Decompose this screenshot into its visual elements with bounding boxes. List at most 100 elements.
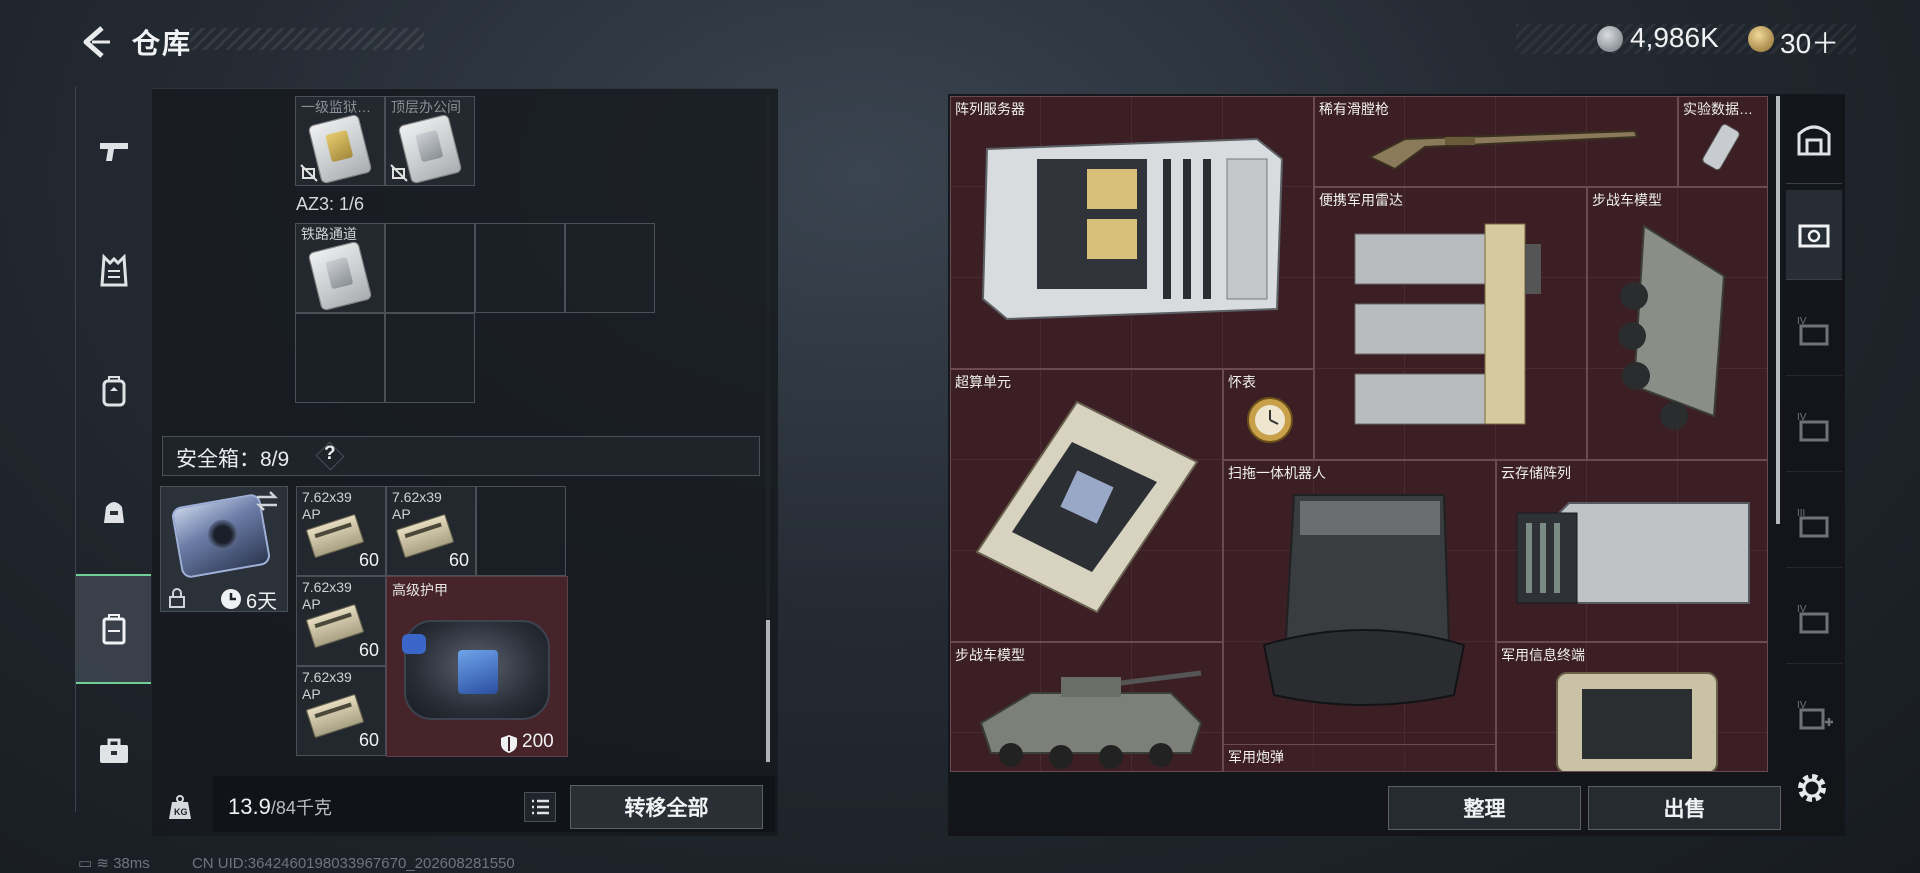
- stash-item-pocket-watch[interactable]: 怀表: [1223, 369, 1314, 460]
- stash-item-military-terminal[interactable]: 军用信息终端: [1496, 642, 1768, 772]
- page-iv-icon: IV: [1797, 604, 1829, 633]
- armor-label: 高级护甲: [392, 582, 448, 598]
- item-name: 稀有滑膛枪: [1319, 101, 1389, 117]
- empty-slot[interactable]: [385, 313, 475, 403]
- stash-home-tab[interactable]: [1786, 94, 1842, 184]
- item-name: 超算单元: [955, 374, 1011, 390]
- page-title: 仓库: [132, 28, 193, 59]
- stash-scrollbar[interactable]: [1776, 96, 1780, 524]
- armor-image: [402, 620, 550, 720]
- stash-item-military-shell[interactable]: 军用炮弹: [1223, 744, 1496, 772]
- weight-readout: 13.9/84千克: [228, 794, 332, 820]
- ammo-type: AP: [302, 686, 321, 702]
- mop-robot-image: [1262, 494, 1466, 706]
- nav-toolbox[interactable]: [76, 696, 151, 806]
- weight-max: /84千克: [270, 798, 332, 818]
- key-card-railway[interactable]: 铁路通道: [295, 223, 385, 313]
- key-card-prison[interactable]: 一级监狱…: [295, 96, 385, 186]
- player-uid: CN UID:3642460198033967670_202608281550: [191, 855, 515, 872]
- gold-amount[interactable]: 30＋: [1780, 22, 1839, 62]
- stash-page-tab-iv-a[interactable]: IV: [1786, 286, 1842, 376]
- stash-page-tab-iv-b[interactable]: IV: [1786, 382, 1842, 472]
- sort-button[interactable]: 整理: [1388, 786, 1581, 830]
- ammo-count: 60: [358, 640, 379, 660]
- ifv-model-image: [1618, 224, 1726, 430]
- weight-current: 13.9: [228, 794, 271, 819]
- inventory-scrollbar-thumb[interactable]: [766, 620, 770, 762]
- nav-vest[interactable]: [76, 216, 151, 326]
- item-name: 步战车模型: [1592, 192, 1662, 208]
- ammo-caliber: 7.62x39: [302, 669, 352, 685]
- status-bar: ▭ ≋ 38ms CN UID:3642460198033967670_2026…: [78, 854, 515, 872]
- unbound-icon: [300, 164, 318, 182]
- stash-item-ifv-model-2[interactable]: 步战车模型: [950, 642, 1223, 772]
- weight-icon: KG: [169, 795, 191, 819]
- stash-item-rare-musket[interactable]: 稀有滑膛枪: [1314, 96, 1678, 187]
- ammo-caliber: 7.62x39: [392, 489, 442, 505]
- empty-slot[interactable]: [476, 486, 566, 576]
- empty-slot[interactable]: [385, 223, 475, 313]
- item-name: 实验数据…: [1683, 101, 1753, 117]
- stash-page-tab-iv-c[interactable]: IV: [1786, 574, 1842, 664]
- item-label: 顶层办公间: [391, 99, 461, 115]
- vault-icon: [1797, 125, 1831, 155]
- data-drive-image: [1702, 123, 1740, 171]
- list-view-button[interactable]: [524, 792, 556, 822]
- nav-weapons[interactable]: [76, 96, 151, 206]
- item-name: 云存储阵列: [1501, 465, 1571, 481]
- ammo-type: AP: [302, 506, 321, 522]
- supercomputer-image: [975, 400, 1199, 614]
- empty-slot[interactable]: [475, 223, 565, 313]
- safe-box-duration: 6天: [246, 591, 278, 613]
- stash-item-supercomputer-unit[interactable]: 超算单元: [950, 369, 1223, 642]
- lock-icon: [169, 588, 185, 608]
- stash-item-cloud-storage-array[interactable]: 云存储阵列: [1496, 460, 1768, 642]
- ping-value: 38ms: [113, 855, 150, 872]
- ammo-stack[interactable]: 7.62x39 AP 60: [296, 666, 386, 756]
- ammo-stack[interactable]: 7.62x39 AP 60: [296, 486, 386, 576]
- sell-button[interactable]: 出售: [1588, 786, 1781, 830]
- stash-page-tab-current[interactable]: [1786, 190, 1842, 280]
- back-arrow-icon[interactable]: [78, 24, 114, 60]
- page-iv-icon: IV: [1797, 316, 1829, 345]
- nav-safe-case[interactable]: [76, 574, 151, 684]
- swap-icon[interactable]: [254, 490, 280, 512]
- stash-item-array-server[interactable]: 阵列服务器: [950, 96, 1314, 369]
- item-name: 阵列服务器: [955, 101, 1025, 117]
- ammo-stack[interactable]: 7.62x39 AP 60: [296, 576, 386, 666]
- transfer-all-button[interactable]: 转移全部: [570, 785, 763, 829]
- settings-gear-icon[interactable]: [1794, 770, 1830, 806]
- stash-page-tab-add[interactable]: IV: [1786, 670, 1842, 760]
- safe-box-title: 安全箱：8/9: [176, 448, 290, 471]
- stash-item-portable-radar[interactable]: 便携军用雷达: [1314, 187, 1587, 460]
- shield-icon: [501, 735, 517, 753]
- nav-backpack[interactable]: [76, 336, 151, 446]
- left-category-nav: [75, 86, 151, 812]
- ammo-count: 60: [358, 730, 379, 750]
- nav-pouch[interactable]: [76, 456, 151, 566]
- zone-count: AZ3: 1/6: [296, 194, 365, 214]
- ammo-caliber: 7.62x39: [302, 489, 352, 505]
- item-name: 军用信息终端: [1501, 647, 1585, 663]
- item-name: 怀表: [1228, 374, 1256, 390]
- wifi-icon: ≋: [96, 855, 114, 872]
- help-icon[interactable]: ?: [324, 443, 336, 465]
- clock-icon: [221, 589, 241, 609]
- stash-item-experiment-data[interactable]: 实验数据…: [1678, 96, 1768, 187]
- stash-item-ifv-model[interactable]: 步战车模型: [1587, 187, 1768, 460]
- gold-coin-icon: [1748, 26, 1774, 52]
- armor-durability: 200: [522, 731, 554, 752]
- stash-item-mop-robot[interactable]: 扫拖一体机器人: [1223, 460, 1496, 772]
- ammo-type: AP: [302, 596, 321, 612]
- page-iv-icon: IV: [1797, 412, 1829, 441]
- empty-slot[interactable]: [295, 313, 385, 403]
- item-label: 一级监狱…: [301, 99, 371, 115]
- key-card-office[interactable]: 顶层办公间: [385, 96, 475, 186]
- ammo-type: AP: [392, 506, 411, 522]
- unbound-icon: [390, 164, 408, 182]
- stash-grid: 阵列服务器 稀有滑膛枪 实验数据… 便携军用雷达 步战车模型 超算单元 怀表 扫…: [950, 96, 1768, 772]
- empty-slot[interactable]: [565, 223, 655, 313]
- stash-page-tab-iii[interactable]: III: [1786, 478, 1842, 568]
- keycard-icon: [307, 240, 373, 312]
- ammo-stack[interactable]: 7.62x39 AP 60: [386, 486, 476, 576]
